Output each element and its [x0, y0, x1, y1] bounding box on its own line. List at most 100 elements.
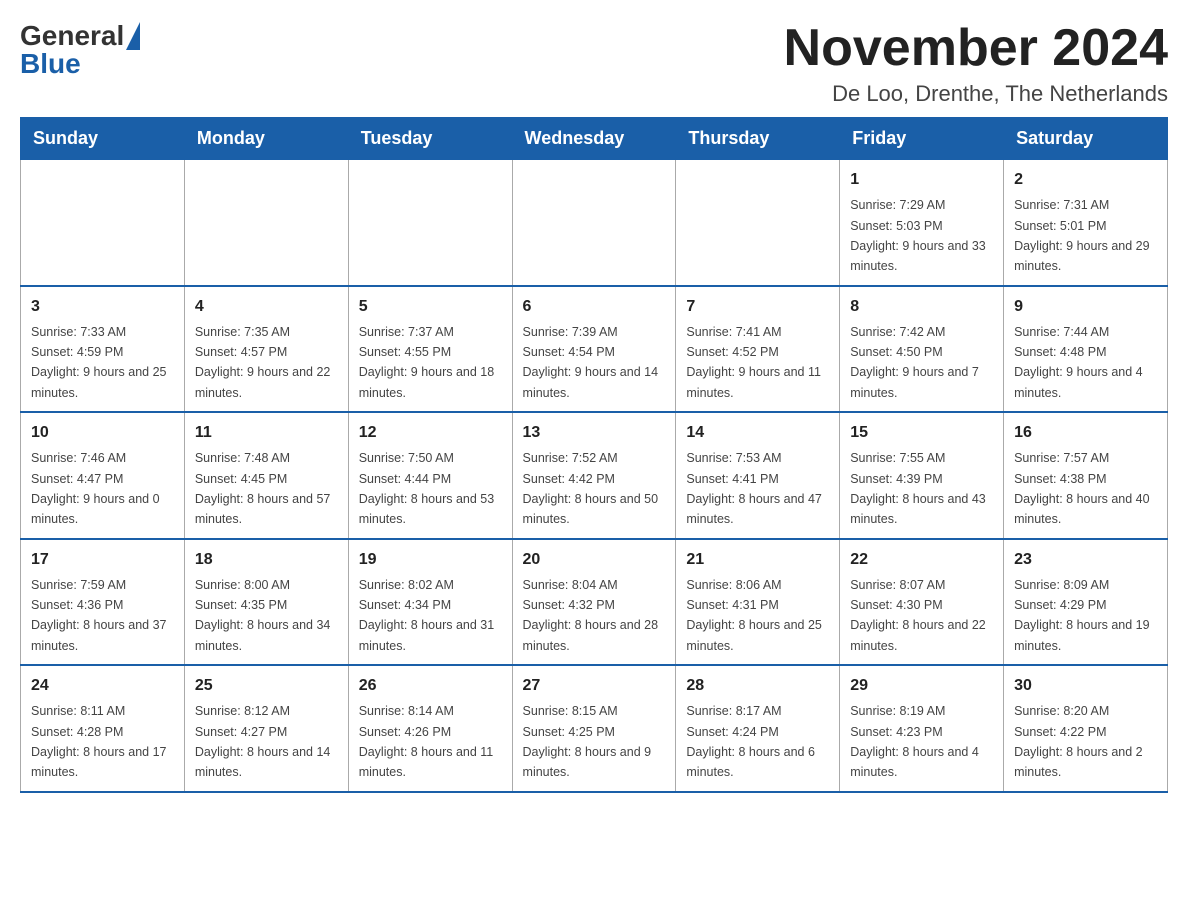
day-number: 15	[850, 421, 993, 445]
day-info: Sunrise: 8:09 AMSunset: 4:29 PMDaylight:…	[1014, 578, 1150, 653]
calendar-cell: 27 Sunrise: 8:15 AMSunset: 4:25 PMDayligh…	[512, 665, 676, 792]
day-info: Sunrise: 8:02 AMSunset: 4:34 PMDaylight:…	[359, 578, 495, 653]
day-number: 28	[686, 674, 829, 698]
day-number: 29	[850, 674, 993, 698]
day-info: Sunrise: 8:11 AMSunset: 4:28 PMDaylight:…	[31, 704, 167, 779]
col-wednesday: Wednesday	[512, 118, 676, 160]
day-info: Sunrise: 8:14 AMSunset: 4:26 PMDaylight:…	[359, 704, 494, 779]
calendar-cell: 14Sunrise: 7:53 AMSunset: 4:41 PMDayligh…	[676, 412, 840, 539]
calendar-cell: 28 Sunrise: 8:17 AMSunset: 4:24 PMDayligh…	[676, 665, 840, 792]
day-info: Sunrise: 7:41 AMSunset: 4:52 PMDaylight:…	[686, 325, 821, 400]
calendar-cell: 21 Sunrise: 8:06 AMSunset: 4:31 PMDayligh…	[676, 539, 840, 666]
calendar-cell: 17 Sunrise: 7:59 AMSunset: 4:36 PMDayligh…	[21, 539, 185, 666]
day-info: Sunrise: 7:53 AMSunset: 4:41 PMDaylight:…	[686, 451, 822, 526]
calendar-week-3: 10 Sunrise: 7:46 AMSunset: 4:47 PMDayligh…	[21, 412, 1168, 539]
day-number: 7	[686, 295, 829, 319]
col-saturday: Saturday	[1004, 118, 1168, 160]
day-number: 10	[31, 421, 174, 445]
calendar-week-5: 24 Sunrise: 8:11 AMSunset: 4:28 PMDayligh…	[21, 665, 1168, 792]
calendar-cell: 9 Sunrise: 7:44 AMSunset: 4:48 PMDaylight…	[1004, 286, 1168, 413]
calendar-cell: 4 Sunrise: 7:35 AMSunset: 4:57 PMDaylight…	[184, 286, 348, 413]
day-number: 21	[686, 548, 829, 572]
day-info: Sunrise: 7:42 AMSunset: 4:50 PMDaylight:…	[850, 325, 979, 400]
calendar-cell: 20 Sunrise: 8:04 AMSunset: 4:32 PMDayligh…	[512, 539, 676, 666]
day-number: 20	[523, 548, 666, 572]
calendar-cell: 24 Sunrise: 8:11 AMSunset: 4:28 PMDayligh…	[21, 665, 185, 792]
day-info: Sunrise: 7:59 AMSunset: 4:36 PMDaylight:…	[31, 578, 167, 653]
calendar-cell: 16 Sunrise: 7:57 AMSunset: 4:38 PMDayligh…	[1004, 412, 1168, 539]
calendar-cell: 22Sunrise: 8:07 AMSunset: 4:30 PMDayligh…	[840, 539, 1004, 666]
day-info: Sunrise: 8:07 AMSunset: 4:30 PMDaylight:…	[850, 578, 986, 653]
calendar-cell	[512, 160, 676, 286]
calendar-cell: 15 Sunrise: 7:55 AMSunset: 4:39 PMDayligh…	[840, 412, 1004, 539]
day-number: 27	[523, 674, 666, 698]
calendar-cell: 30Sunrise: 8:20 AMSunset: 4:22 PMDayligh…	[1004, 665, 1168, 792]
calendar-cell	[21, 160, 185, 286]
col-monday: Monday	[184, 118, 348, 160]
logo-triangle-icon	[126, 22, 140, 50]
calendar-cell	[676, 160, 840, 286]
day-info: Sunrise: 7:48 AMSunset: 4:45 PMDaylight:…	[195, 451, 331, 526]
day-number: 16	[1014, 421, 1157, 445]
title-block: November 2024 De Loo, Drenthe, The Nethe…	[784, 20, 1168, 107]
day-number: 30	[1014, 674, 1157, 698]
calendar-cell: 8 Sunrise: 7:42 AMSunset: 4:50 PMDaylight…	[840, 286, 1004, 413]
calendar-cell: 3Sunrise: 7:33 AMSunset: 4:59 PMDaylight…	[21, 286, 185, 413]
day-info: Sunrise: 8:15 AMSunset: 4:25 PMDaylight:…	[523, 704, 652, 779]
calendar-cell: 23 Sunrise: 8:09 AMSunset: 4:29 PMDayligh…	[1004, 539, 1168, 666]
day-info: Sunrise: 8:19 AMSunset: 4:23 PMDaylight:…	[850, 704, 979, 779]
logo: General Blue	[20, 20, 140, 80]
day-info: Sunrise: 7:55 AMSunset: 4:39 PMDaylight:…	[850, 451, 986, 526]
day-info: Sunrise: 7:35 AMSunset: 4:57 PMDaylight:…	[195, 325, 331, 400]
day-number: 18	[195, 548, 338, 572]
page-title: November 2024	[784, 20, 1168, 77]
calendar-week-1: 1 Sunrise: 7:29 AMSunset: 5:03 PMDaylight…	[21, 160, 1168, 286]
day-number: 19	[359, 548, 502, 572]
day-info: Sunrise: 8:00 AMSunset: 4:35 PMDaylight:…	[195, 578, 331, 653]
calendar-cell: 5 Sunrise: 7:37 AMSunset: 4:55 PMDaylight…	[348, 286, 512, 413]
col-friday: Friday	[840, 118, 1004, 160]
calendar-cell	[184, 160, 348, 286]
day-info: Sunrise: 7:57 AMSunset: 4:38 PMDaylight:…	[1014, 451, 1150, 526]
day-number: 24	[31, 674, 174, 698]
day-info: Sunrise: 7:52 AMSunset: 4:42 PMDaylight:…	[523, 451, 659, 526]
day-info: Sunrise: 7:37 AMSunset: 4:55 PMDaylight:…	[359, 325, 495, 400]
day-info: Sunrise: 7:29 AMSunset: 5:03 PMDaylight:…	[850, 198, 986, 273]
calendar-cell: 13 Sunrise: 7:52 AMSunset: 4:42 PMDayligh…	[512, 412, 676, 539]
day-info: Sunrise: 8:06 AMSunset: 4:31 PMDaylight:…	[686, 578, 822, 653]
day-info: Sunrise: 7:33 AMSunset: 4:59 PMDaylight:…	[31, 325, 167, 400]
day-number: 23	[1014, 548, 1157, 572]
day-number: 5	[359, 295, 502, 319]
day-number: 25	[195, 674, 338, 698]
day-number: 12	[359, 421, 502, 445]
calendar-cell: 11 Sunrise: 7:48 AMSunset: 4:45 PMDayligh…	[184, 412, 348, 539]
col-thursday: Thursday	[676, 118, 840, 160]
calendar-cell: 29 Sunrise: 8:19 AMSunset: 4:23 PMDayligh…	[840, 665, 1004, 792]
day-number: 13	[523, 421, 666, 445]
day-info: Sunrise: 7:46 AMSunset: 4:47 PMDaylight:…	[31, 451, 160, 526]
calendar-cell: 19 Sunrise: 8:02 AMSunset: 4:34 PMDayligh…	[348, 539, 512, 666]
day-number: 9	[1014, 295, 1157, 319]
day-number: 1	[850, 168, 993, 192]
day-number: 11	[195, 421, 338, 445]
day-info: Sunrise: 8:17 AMSunset: 4:24 PMDaylight:…	[686, 704, 815, 779]
day-info: Sunrise: 7:39 AMSunset: 4:54 PMDaylight:…	[523, 325, 659, 400]
calendar-week-4: 17 Sunrise: 7:59 AMSunset: 4:36 PMDayligh…	[21, 539, 1168, 666]
calendar-header-row: Sunday Monday Tuesday Wednesday Thursday…	[21, 118, 1168, 160]
day-number: 6	[523, 295, 666, 319]
day-number: 4	[195, 295, 338, 319]
page-header: General Blue November 2024 De Loo, Drent…	[20, 20, 1168, 107]
day-number: 8	[850, 295, 993, 319]
calendar-cell: 7 Sunrise: 7:41 AMSunset: 4:52 PMDaylight…	[676, 286, 840, 413]
day-info: Sunrise: 7:31 AMSunset: 5:01 PMDaylight:…	[1014, 198, 1150, 273]
calendar-cell: 2Sunrise: 7:31 AMSunset: 5:01 PMDaylight…	[1004, 160, 1168, 286]
day-info: Sunrise: 8:12 AMSunset: 4:27 PMDaylight:…	[195, 704, 331, 779]
day-info: Sunrise: 7:44 AMSunset: 4:48 PMDaylight:…	[1014, 325, 1143, 400]
day-number: 17	[31, 548, 174, 572]
calendar-cell: 6 Sunrise: 7:39 AMSunset: 4:54 PMDaylight…	[512, 286, 676, 413]
calendar-cell: 25 Sunrise: 8:12 AMSunset: 4:27 PMDayligh…	[184, 665, 348, 792]
calendar-cell	[348, 160, 512, 286]
day-info: Sunrise: 8:04 AMSunset: 4:32 PMDaylight:…	[523, 578, 659, 653]
col-tuesday: Tuesday	[348, 118, 512, 160]
calendar-cell: 10 Sunrise: 7:46 AMSunset: 4:47 PMDayligh…	[21, 412, 185, 539]
